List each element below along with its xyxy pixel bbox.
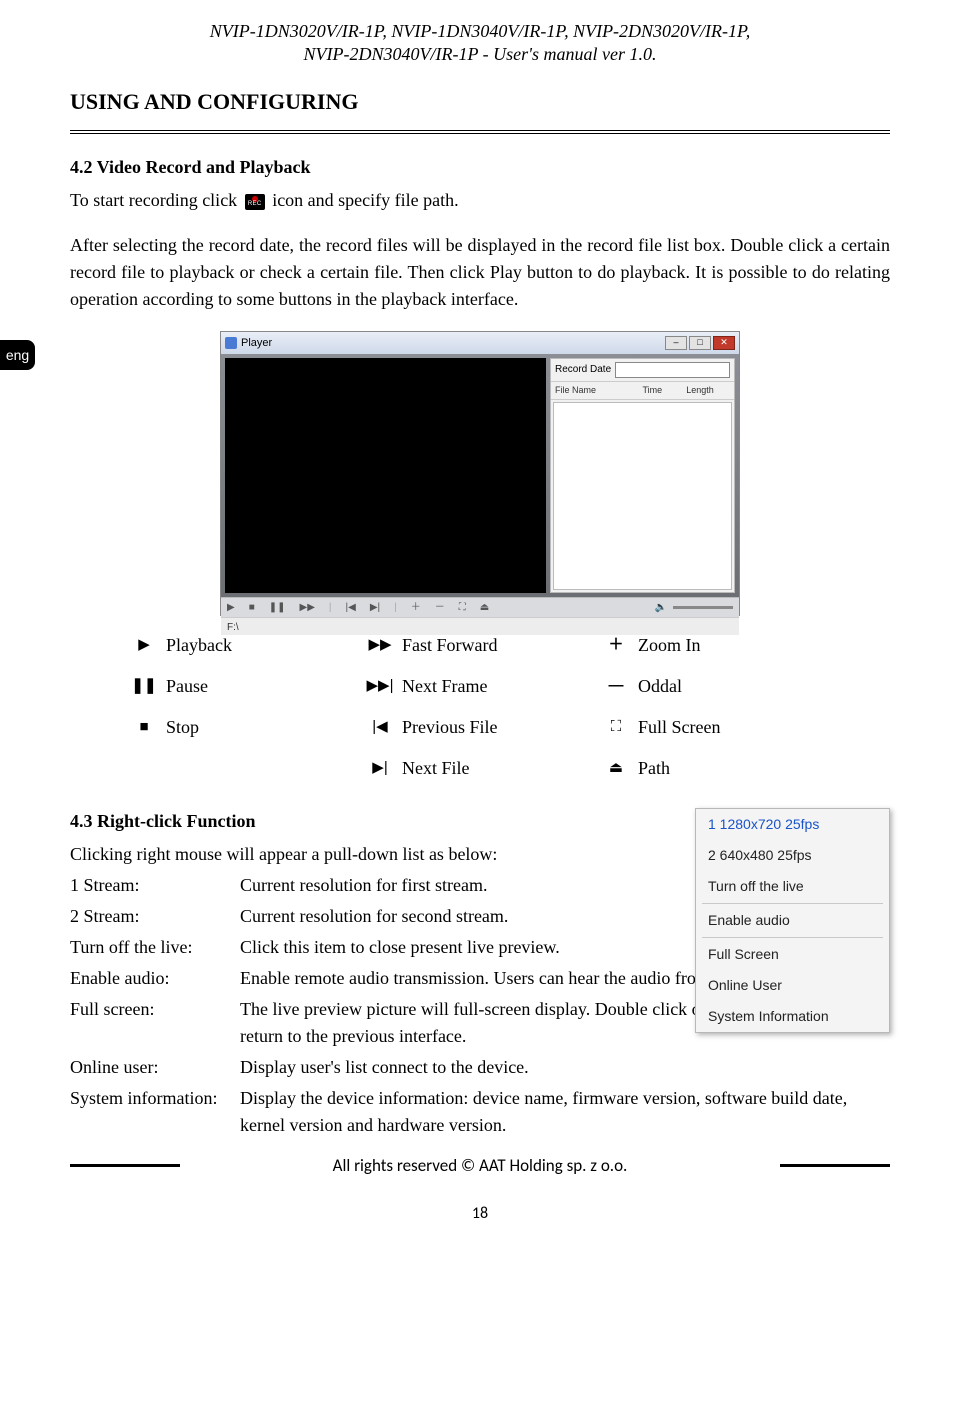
record-file-list[interactable] (553, 402, 732, 590)
def-term-stream1: 1 Stream: (70, 872, 240, 899)
player-window-title: Player (241, 335, 272, 352)
legend-full-screen: Full Screen (638, 714, 830, 741)
volume-control[interactable]: 🔈 (655, 600, 733, 615)
stop-icon: ■ (130, 716, 158, 739)
doc-header-line1: NVIP-1DN3020V/IR-1P, NVIP-1DN3040V/IR-1P… (70, 20, 890, 43)
ctrl-fullscreen-icon[interactable]: ⛶ (459, 600, 466, 615)
maximize-button[interactable]: □ (689, 336, 711, 350)
legend-next-file: Next File (402, 755, 594, 782)
play-icon: ▶ (130, 634, 158, 657)
legend-oddal: Oddal (638, 673, 830, 700)
menu-separator (702, 937, 883, 938)
ctrl-stop-icon[interactable]: ■ (249, 600, 255, 615)
def-desc-system-info: Display the device information: device n… (240, 1085, 890, 1139)
previous-file-icon: |◀ (366, 716, 394, 739)
next-frame-icon: ▶▶| (366, 675, 394, 698)
page-number: 18 (70, 1202, 890, 1226)
doc-header-line2: NVIP-2DN3040V/IR-1P - User's manual ver … (70, 43, 890, 66)
def-term-system-info: System information: (70, 1085, 240, 1112)
record-date-select[interactable] (615, 362, 730, 378)
legend-zoom-in: Zoom In (638, 632, 830, 659)
fast-forward-icon: ▶▶ (366, 634, 394, 657)
def-term-stream2: 2 Stream: (70, 903, 240, 930)
col-filename: File Name (555, 384, 643, 398)
ctrl-next-icon[interactable]: ▶| (370, 600, 380, 615)
legend-next-frame: Next Frame (402, 673, 594, 700)
p-start-recording: To start recording click icon and specif… (70, 187, 890, 214)
p-start-recording-b: icon and specify file path. (272, 190, 458, 210)
menu-item-fullscreen[interactable]: Full Screen (696, 939, 889, 970)
menu-item-stream1[interactable]: 1 1280x720 25fps (696, 809, 889, 840)
col-length: Length (686, 384, 730, 398)
ctrl-play-icon[interactable]: ▶ (227, 600, 235, 615)
menu-separator (702, 903, 883, 904)
def-term-online-user: Online user: (70, 1054, 240, 1081)
minus-icon: — (602, 675, 630, 698)
ctrl-prev-icon[interactable]: |◀ (346, 600, 356, 615)
player-titlebar: Player – □ ✕ (221, 332, 739, 354)
ctrl-ff-icon[interactable]: ▶▶ (300, 600, 315, 615)
volume-icon: 🔈 (655, 600, 667, 615)
player-controls: ▶ ■ ❚❚ ▶▶ | |◀ ▶| | ＋ － ⛶ ⏏ 🔈 (221, 597, 739, 617)
video-area (225, 358, 546, 593)
ctrl-minus-icon[interactable]: － (435, 600, 445, 615)
ctrl-eject-icon[interactable]: ⏏ (480, 600, 489, 615)
menu-item-stream2[interactable]: 2 640x480 25fps (696, 840, 889, 871)
menu-item-online-user[interactable]: Online User (696, 970, 889, 1001)
minimize-button[interactable]: – (665, 336, 687, 350)
plus-icon: ＋ (602, 634, 630, 657)
ctrl-pause-icon[interactable]: ❚❚ (269, 600, 286, 615)
legend-fast-forward: Fast Forward (402, 632, 594, 659)
def-term-fullscreen: Full screen: (70, 996, 240, 1023)
def-desc-online-user: Display user's list connect to the devic… (240, 1054, 890, 1081)
legend-pause: Pause (166, 673, 358, 700)
menu-item-turnoff[interactable]: Turn off the live (696, 871, 889, 902)
context-menu: 1 1280x720 25fps 2 640x480 25fps Turn of… (695, 808, 890, 1033)
col-time: Time (643, 384, 687, 398)
doc-header: NVIP-1DN3020V/IR-1P, NVIP-1DN3040V/IR-1P… (70, 20, 890, 67)
menu-item-enable-audio[interactable]: Enable audio (696, 905, 889, 936)
p-start-recording-a: To start recording click (70, 190, 242, 210)
divider-double-rule (70, 130, 890, 134)
eject-icon: ⏏ (602, 757, 630, 780)
ctrl-plus-icon[interactable]: ＋ (411, 600, 421, 615)
pause-icon: ❚❚ (130, 675, 158, 698)
footer-rule: All rights reserved © AAT Holding sp. z … (70, 1153, 890, 1179)
legend-previous-file: Previous File (402, 714, 594, 741)
section-title: USING AND CONFIGURING (70, 85, 890, 118)
footer-copyright: All rights reserved © AAT Holding sp. z … (180, 1153, 780, 1179)
next-file-icon: ▶| (366, 757, 394, 780)
rec-icon (245, 194, 265, 210)
menu-item-system-info[interactable]: System Information (696, 1001, 889, 1032)
record-date-label: Record Date (555, 362, 611, 377)
window-buttons: – □ ✕ (665, 336, 735, 350)
fullscreen-icon: ⛶ (602, 716, 630, 739)
legend-playback: Playback (166, 632, 358, 659)
def-term-turnoff: Turn off the live: (70, 934, 240, 961)
subsection-4-2-heading: 4.2 Video Record and Playback (70, 154, 890, 181)
record-list-panel: Record Date File Name Time Length (550, 358, 735, 593)
player-window: Player – □ ✕ Record Date File Name Time … (220, 331, 740, 616)
p-after-selecting: After selecting the record date, the rec… (70, 232, 890, 313)
legend-stop: Stop (166, 714, 358, 741)
icon-legend: ▶ Playback ▶▶ Fast Forward ＋ Zoom In ❚❚ … (130, 632, 830, 782)
close-button[interactable]: ✕ (713, 336, 735, 350)
legend-path: Path (638, 755, 830, 782)
player-app-icon (225, 337, 237, 349)
def-term-enable-audio: Enable audio: (70, 965, 240, 992)
volume-track[interactable] (673, 606, 733, 609)
